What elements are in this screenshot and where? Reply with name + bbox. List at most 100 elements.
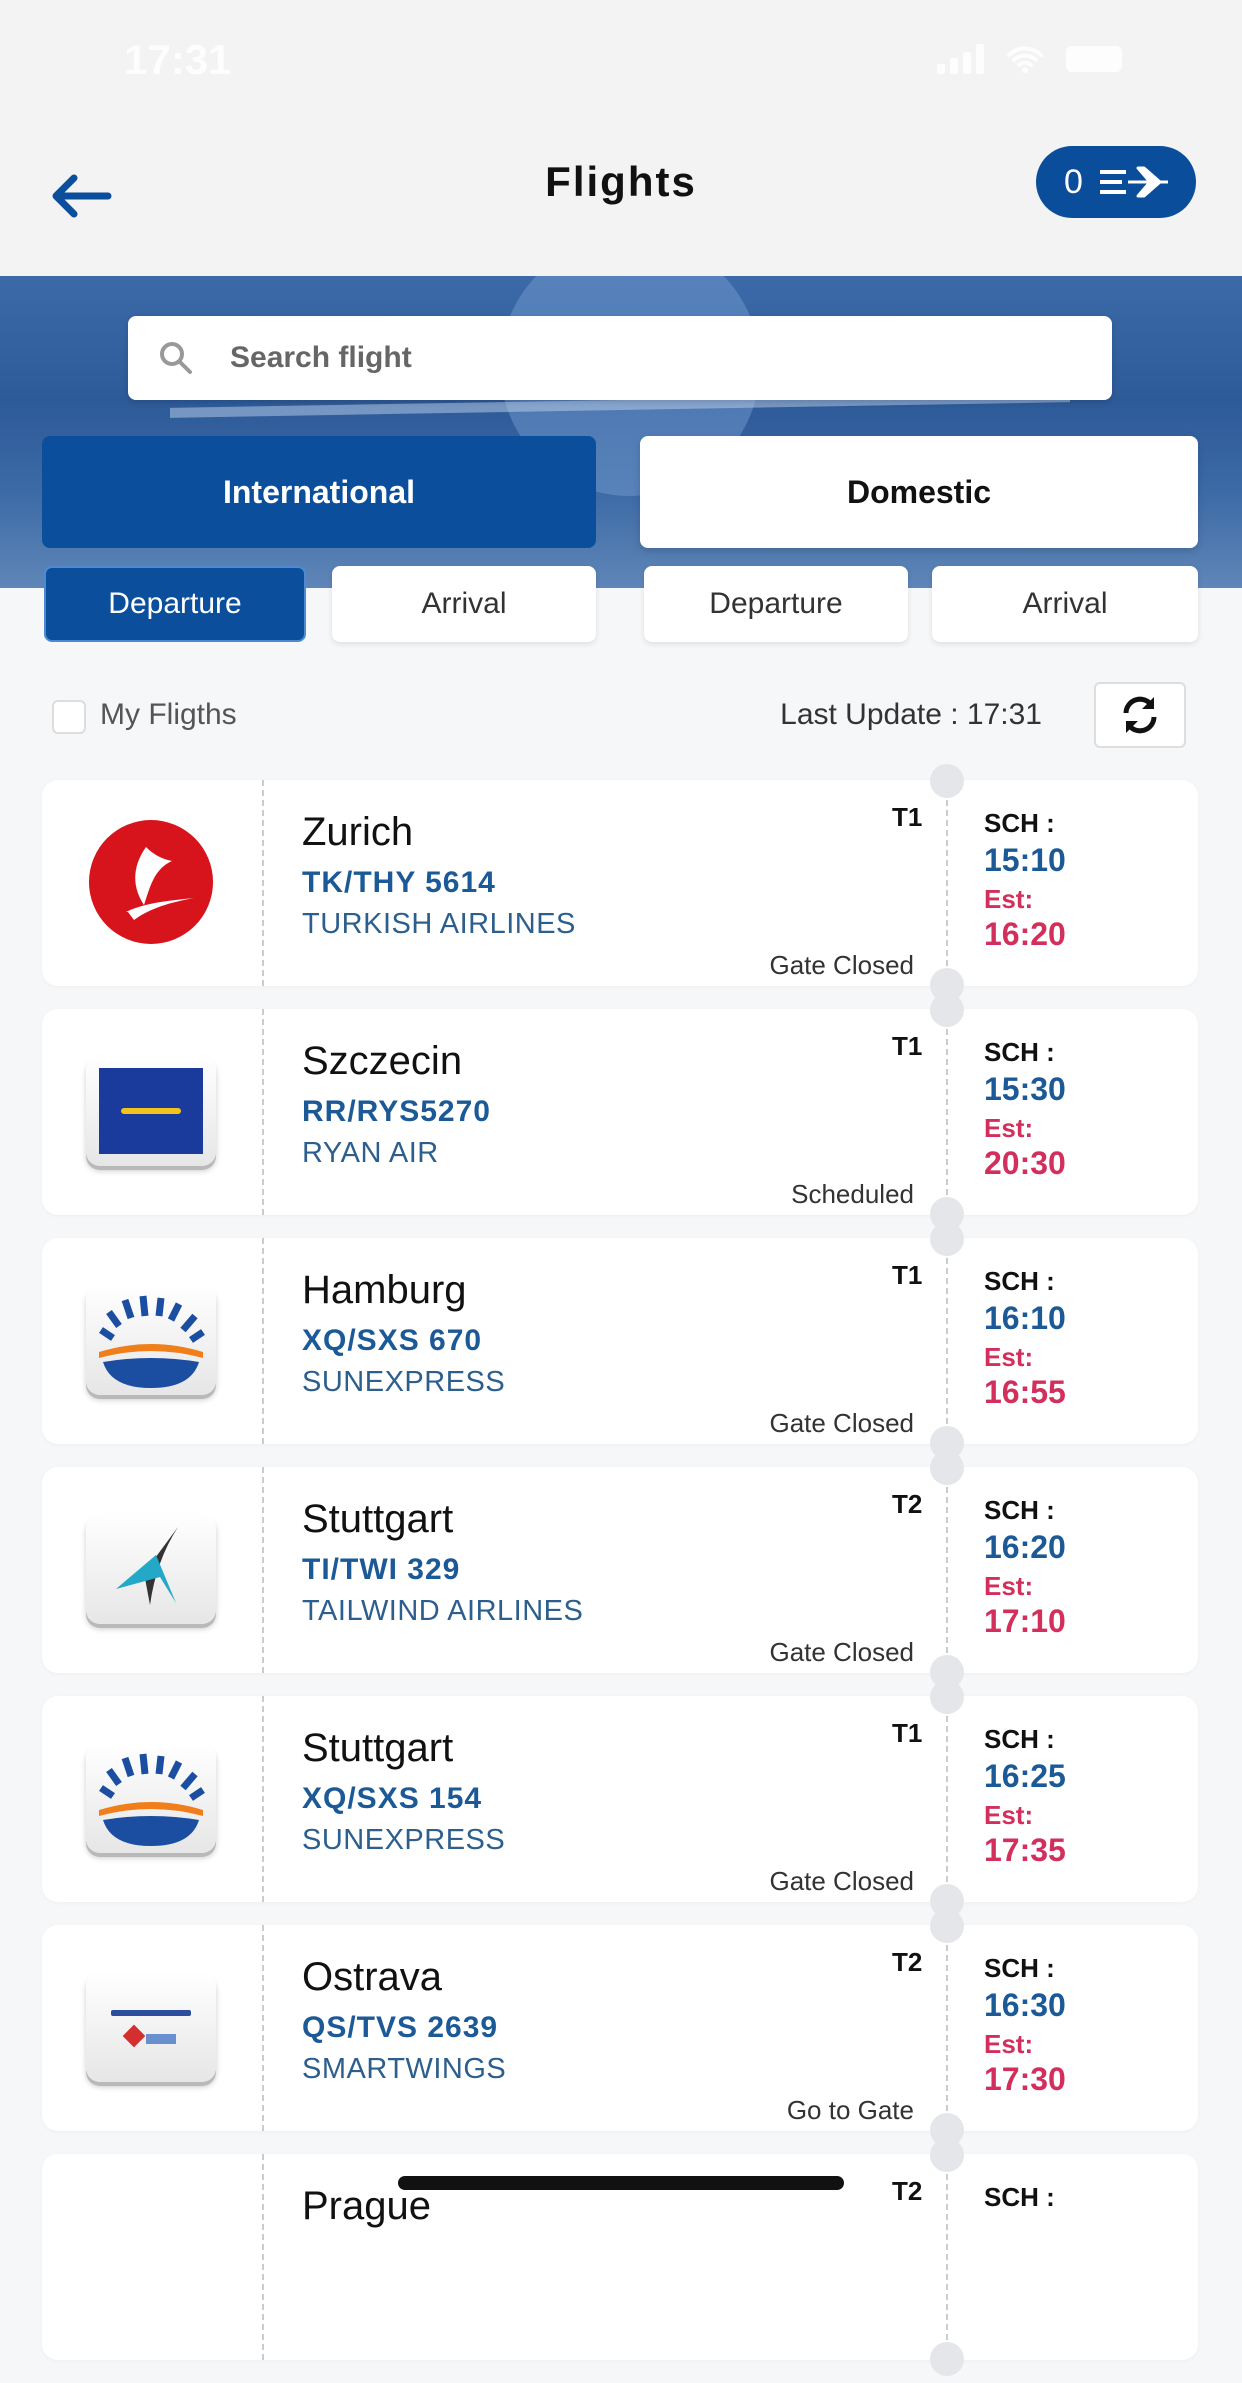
airline-logo [86,2194,216,2318]
terminal: T2 [892,2176,923,2206]
divider [262,1467,264,1673]
airline-name: RYAN AIR [302,1137,439,1169]
airline-name: SUNEXPRESS [302,1824,506,1856]
flight-card[interactable]: Zurich TK/THY 5614 TURKISH AIRLINES T1 Gate … [42,764,1198,1002]
scheduled-label: SCH : [984,2182,1055,2212]
tab-international[interactable]: International [42,436,596,548]
sunexpress-logo [86,1285,216,1395]
scheduled-label: SCH : [984,1266,1055,1296]
scheduled-label: SCH : [984,1724,1055,1754]
filter-row: My Fligths Last Update : 17:31 [0,680,1242,750]
tab-international-departure[interactable]: Departure [44,566,306,642]
terminal: T1 [892,1031,923,1061]
my-flights-checkbox[interactable] [52,700,86,734]
refresh-icon [1123,696,1157,734]
smartwings-logo [86,1972,216,2082]
scheduled-label: SCH : [984,1495,1055,1525]
divider [946,1009,948,1215]
flight-card[interactable]: Hamburg XQ/SXS 670 SUNEXPRESS T1 Gate Closed… [42,1222,1198,1460]
airline-name: SMARTWINGS [302,2053,507,2085]
flight-card[interactable]: Stuttgart TI/TWI 329 TAILWIND AIRLINES T2 Ga… [42,1451,1198,1689]
airline-name: TURKISH AIRLINES [302,908,576,940]
scheduled-label: SCH : [984,808,1055,838]
search-bar[interactable] [128,316,1112,400]
tab-domestic-arrival[interactable]: Arrival [932,566,1198,642]
turkish-airlines-logo [89,820,213,944]
divider [262,1696,264,1902]
flight-list: Zurich TK/THY 5614 TURKISH AIRLINES T1 Gate … [42,764,1198,2383]
my-flights-button[interactable]: 0 [1036,146,1196,218]
flight-code: RR/RYS5270 [302,1095,491,1128]
estimated-label: Est: [984,1800,1034,1830]
ticket-notch [930,1451,964,1485]
airline-logo [86,1049,216,1173]
estimated-time: 17:35 [984,1832,1066,1868]
divider [946,2154,948,2360]
flight-status: Go to Gate [786,2095,914,2125]
scheduled-time: 16:20 [984,1529,1066,1565]
scheduled-time: 15:10 [984,842,1066,878]
destination-city: Szczecin [302,1039,463,1083]
destination-city: Zurich [302,810,414,854]
flight-card[interactable]: Stuttgart XQ/SXS 154 SUNEXPRESS T1 Gate Clos… [42,1680,1198,1918]
scheduled-time: 16:10 [984,1300,1066,1336]
flight-code: QS/TVS 2639 [302,2011,499,2044]
tab-international-arrival[interactable]: Arrival [332,566,596,642]
flight-code: XQ/SXS 670 [302,1324,483,1357]
flight-list-icon [1100,166,1168,198]
divider [262,1009,264,1215]
flight-code: XQ/SXS 154 [302,1782,483,1815]
ticket-notch [930,764,964,798]
my-flights-label: My Fligths [100,698,237,731]
terminal: T2 [892,1947,923,1977]
terminal: T2 [892,1489,923,1519]
tab-domestic-departure[interactable]: Departure [644,566,908,642]
signal-icon [937,44,984,74]
ticket-notch [930,1909,964,1943]
status-icons [937,44,1122,74]
tab-domestic[interactable]: Domestic [640,436,1198,548]
destination-city: Stuttgart [302,1497,454,1541]
divider [946,1467,948,1673]
flight-status: Scheduled [791,1179,914,1209]
destination-city: Prague [302,2184,431,2228]
wifi-icon [1006,44,1044,74]
airline-logo [86,1278,216,1402]
terminal: T1 [892,1260,923,1290]
flight-status: Gate Closed [769,1637,914,1667]
ticket-notch [930,1222,964,1256]
divider [946,1925,948,2131]
flight-code: TI/TWI 329 [302,1553,461,1586]
flight-status: Gate Closed [769,1866,914,1896]
estimated-time: 17:10 [984,1603,1066,1639]
search-input[interactable] [230,341,1030,375]
estimated-label: Est: [984,1342,1034,1372]
flight-card[interactable]: Szczecin RR/RYS5270 RYAN AIR T1 Scheduled SCH… [42,993,1198,1231]
divider [262,2154,264,2360]
ryanair-logo [86,1056,216,1166]
search-icon [160,342,192,374]
my-flights-count: 0 [1064,162,1083,201]
flight-card[interactable]: Ostrava QS/TVS 2639 SMARTWINGS T2 Go to Gate… [42,1909,1198,2147]
refresh-button[interactable] [1094,682,1186,748]
estimated-time: 16:55 [984,1374,1066,1410]
flight-status: Gate Closed [769,950,914,980]
tailwind-logo [86,1514,216,1624]
airline-logo [86,1736,216,1860]
destination-city: Ostrava [302,1955,443,1999]
estimated-label: Est: [984,1571,1034,1601]
airline-logo [86,1965,216,2089]
terminal: T1 [892,802,923,832]
battery-icon [1066,46,1122,72]
status-bar: 17:31 [0,0,1242,120]
estimated-label: Est: [984,884,1034,914]
flight-code: TK/THY 5614 [302,866,496,899]
divider [262,1238,264,1444]
estimated-time: 17:30 [984,2061,1066,2097]
divider [946,1696,948,1902]
airline-logo [86,1507,216,1631]
sunexpress-logo [86,1743,216,1853]
airline-logo [86,820,216,944]
divider [946,1238,948,1444]
estimated-label: Est: [984,1113,1034,1143]
